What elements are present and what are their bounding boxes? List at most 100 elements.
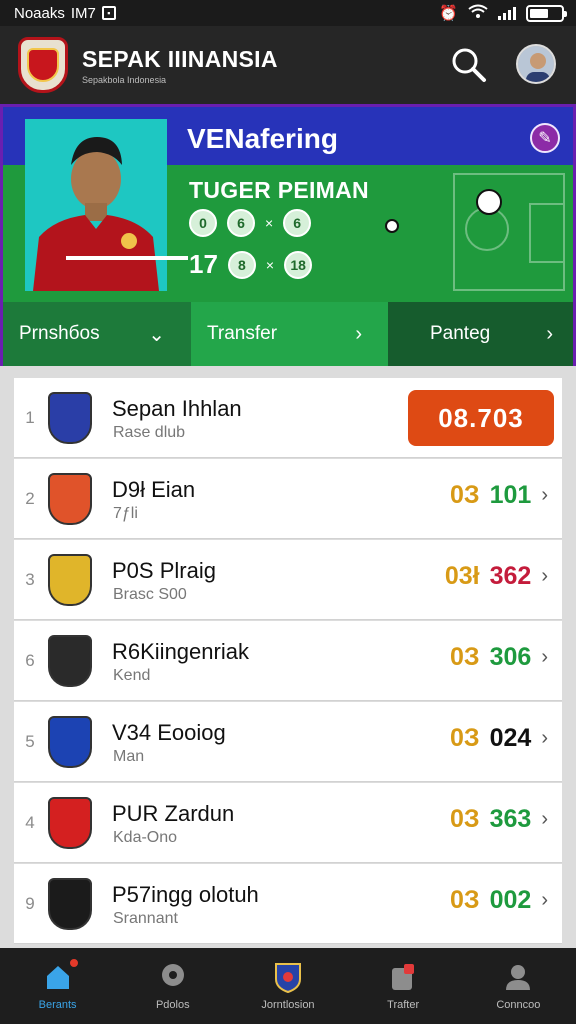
chevron-right-icon[interactable]: › xyxy=(541,808,548,831)
hero-tabs: Prnshбos ⌄ Transfer › Panteg › xyxy=(3,302,573,366)
status-time: Noaaks xyxy=(14,4,65,22)
football-icon xyxy=(476,189,502,215)
score-prefix: 0З xyxy=(450,481,480,509)
tab-prnshbos[interactable]: Prnshбos ⌄ xyxy=(3,302,191,366)
edit-icon[interactable]: ✎ xyxy=(530,123,560,153)
app-subtitle: Sepakbola Indonesia xyxy=(82,74,167,85)
score-value: 306 xyxy=(489,643,532,671)
tab-label: Prnshбos xyxy=(19,323,100,344)
stat-chip: 0 xyxy=(189,209,217,237)
club-logo xyxy=(48,797,92,849)
bottom-nav: Berants Pdolos Jorntlosion Trafter Connc… xyxy=(0,948,576,1024)
table-row[interactable]: 3 P0S Plraig Brasc S00 03ł 362 › xyxy=(14,540,562,620)
nav-label: Conncoo xyxy=(496,999,541,1011)
rank-number: 5 xyxy=(25,732,35,751)
club-subtitle: Kend xyxy=(113,667,151,684)
table-row[interactable]: 9 P57ingg olotuh Srannant 0З 002 › xyxy=(14,864,562,944)
hero-title: VENafering xyxy=(187,123,338,154)
stat-chip: 6 xyxy=(227,209,255,237)
club-name: PUR Zardun xyxy=(112,801,235,826)
rank-number: 2 xyxy=(25,489,35,508)
search-icon[interactable] xyxy=(450,46,488,84)
nav-club[interactable]: Jorntlosion xyxy=(230,948,345,1024)
club-subtitle: Man xyxy=(113,748,145,765)
chevron-right-icon[interactable]: › xyxy=(541,565,548,588)
signal-icon xyxy=(498,6,516,20)
table-row[interactable]: 4 PUR Zardun Kda-Ono 0З 363 › xyxy=(14,783,562,863)
chevron-right-icon: › xyxy=(355,322,362,345)
score-group: 03ł 362 › xyxy=(445,562,548,591)
chevron-right-icon: › xyxy=(546,322,553,345)
highlight-score-badge[interactable]: 08. 703 xyxy=(408,390,554,446)
home-icon xyxy=(42,957,80,993)
table-row[interactable]: 2 D9ł Eian 7ƒli 0З 101 › xyxy=(14,459,562,539)
score-prefix: 08. xyxy=(438,402,478,433)
status-carrier: IM7 xyxy=(70,4,96,22)
table-row[interactable]: 5 V34 Eooiog Man 0З 024 › xyxy=(14,702,562,782)
nav-profile[interactable]: Conncoo xyxy=(461,948,576,1024)
club-subtitle: Rase dlub xyxy=(113,424,186,441)
stat-separator: × xyxy=(265,256,275,273)
club-subtitle: Brasc S00 xyxy=(113,586,187,603)
chevron-right-icon[interactable]: › xyxy=(541,889,548,912)
profile-icon xyxy=(502,961,534,993)
club-subtitle: Kda-Ono xyxy=(113,829,178,846)
rank-number: 4 xyxy=(25,813,35,832)
score-prefix: 0З xyxy=(450,643,480,671)
tab-panteg[interactable]: Panteg › xyxy=(388,302,573,366)
pitch-graphic xyxy=(453,173,565,291)
score-group: 0З 002 › xyxy=(450,886,548,915)
tab-transfer[interactable]: Transfer › xyxy=(191,302,388,366)
rank-number: 3 xyxy=(25,570,35,589)
chevron-down-icon: ⌄ xyxy=(148,323,165,346)
club-logo xyxy=(48,554,92,606)
status-bar: Noaaks IM7 ▪ ⏰ xyxy=(0,0,576,26)
score-group: 0З 306 › xyxy=(450,643,548,672)
score-group: 0З 101 › xyxy=(450,481,548,510)
rank-number: 9 xyxy=(25,894,35,913)
stat-separator: × xyxy=(265,215,274,231)
score-value: 101 xyxy=(489,481,532,509)
standings-list: 1 Sepan Ihhlan Rase dlub 08. 703 2 D9ł Eian 7ƒ… xyxy=(14,378,562,945)
score-value: 703 xyxy=(477,402,524,433)
avatar[interactable] xyxy=(516,44,556,84)
score-value: 363 xyxy=(489,805,532,833)
chevron-right-icon[interactable]: › xyxy=(541,646,548,669)
featured-player-card[interactable]: VENafering ✎ TUGER PEIMAN 0 6 × 6 17 8 ×… xyxy=(0,104,576,366)
stat-chip: 8 xyxy=(227,250,256,279)
stat-chip: 6 xyxy=(283,209,312,237)
club-logo xyxy=(48,392,92,444)
nav-label: Berants xyxy=(38,999,77,1011)
score-prefix: 0З xyxy=(450,724,480,752)
rank-number: 6 xyxy=(25,651,35,670)
nav-location[interactable]: Pdolos xyxy=(115,948,230,1024)
nav-label: Trafter xyxy=(387,999,420,1011)
alarm-icon: ⏰ xyxy=(439,5,458,22)
club-logo xyxy=(48,635,92,687)
club-name: R6Kiingenriak xyxy=(112,639,249,664)
score-group: 0З 024 › xyxy=(450,724,548,753)
player-stats-row-2: 17 8 × 18 xyxy=(189,249,313,280)
transfer-icon xyxy=(387,961,419,993)
nav-label: Jorntlosion xyxy=(261,999,315,1011)
player-name: TUGER PEIMAN xyxy=(189,177,369,203)
club-name: V34 Eooiog xyxy=(112,720,226,745)
score-value: 002 xyxy=(489,886,532,914)
score-group: 0З 363 › xyxy=(450,805,548,834)
score-value: 024 xyxy=(489,724,532,752)
club-subtitle: Srannant xyxy=(113,910,178,927)
wifi-icon xyxy=(468,4,488,22)
table-row[interactable]: 6 R6Kiingenriak Kend 0З 306 › xyxy=(14,621,562,701)
nav-label: Pdolos xyxy=(155,999,190,1011)
score-prefix: 0З xyxy=(450,886,480,914)
notification-icon: ▪ xyxy=(101,6,116,20)
nav-home[interactable]: Berants xyxy=(0,948,115,1024)
chevron-right-icon[interactable]: › xyxy=(541,484,548,507)
club-name: Sepan Ihhlan xyxy=(112,396,242,421)
player-stats-row-1: 0 6 × 6 xyxy=(189,209,312,237)
chevron-right-icon[interactable]: › xyxy=(541,727,548,750)
table-row[interactable]: 1 Sepan Ihhlan Rase dlub 08. 703 xyxy=(14,378,562,458)
nav-transfer[interactable]: Trafter xyxy=(346,948,461,1024)
rank-number: 1 xyxy=(25,408,35,427)
club-name: D9ł Eian xyxy=(112,477,196,502)
